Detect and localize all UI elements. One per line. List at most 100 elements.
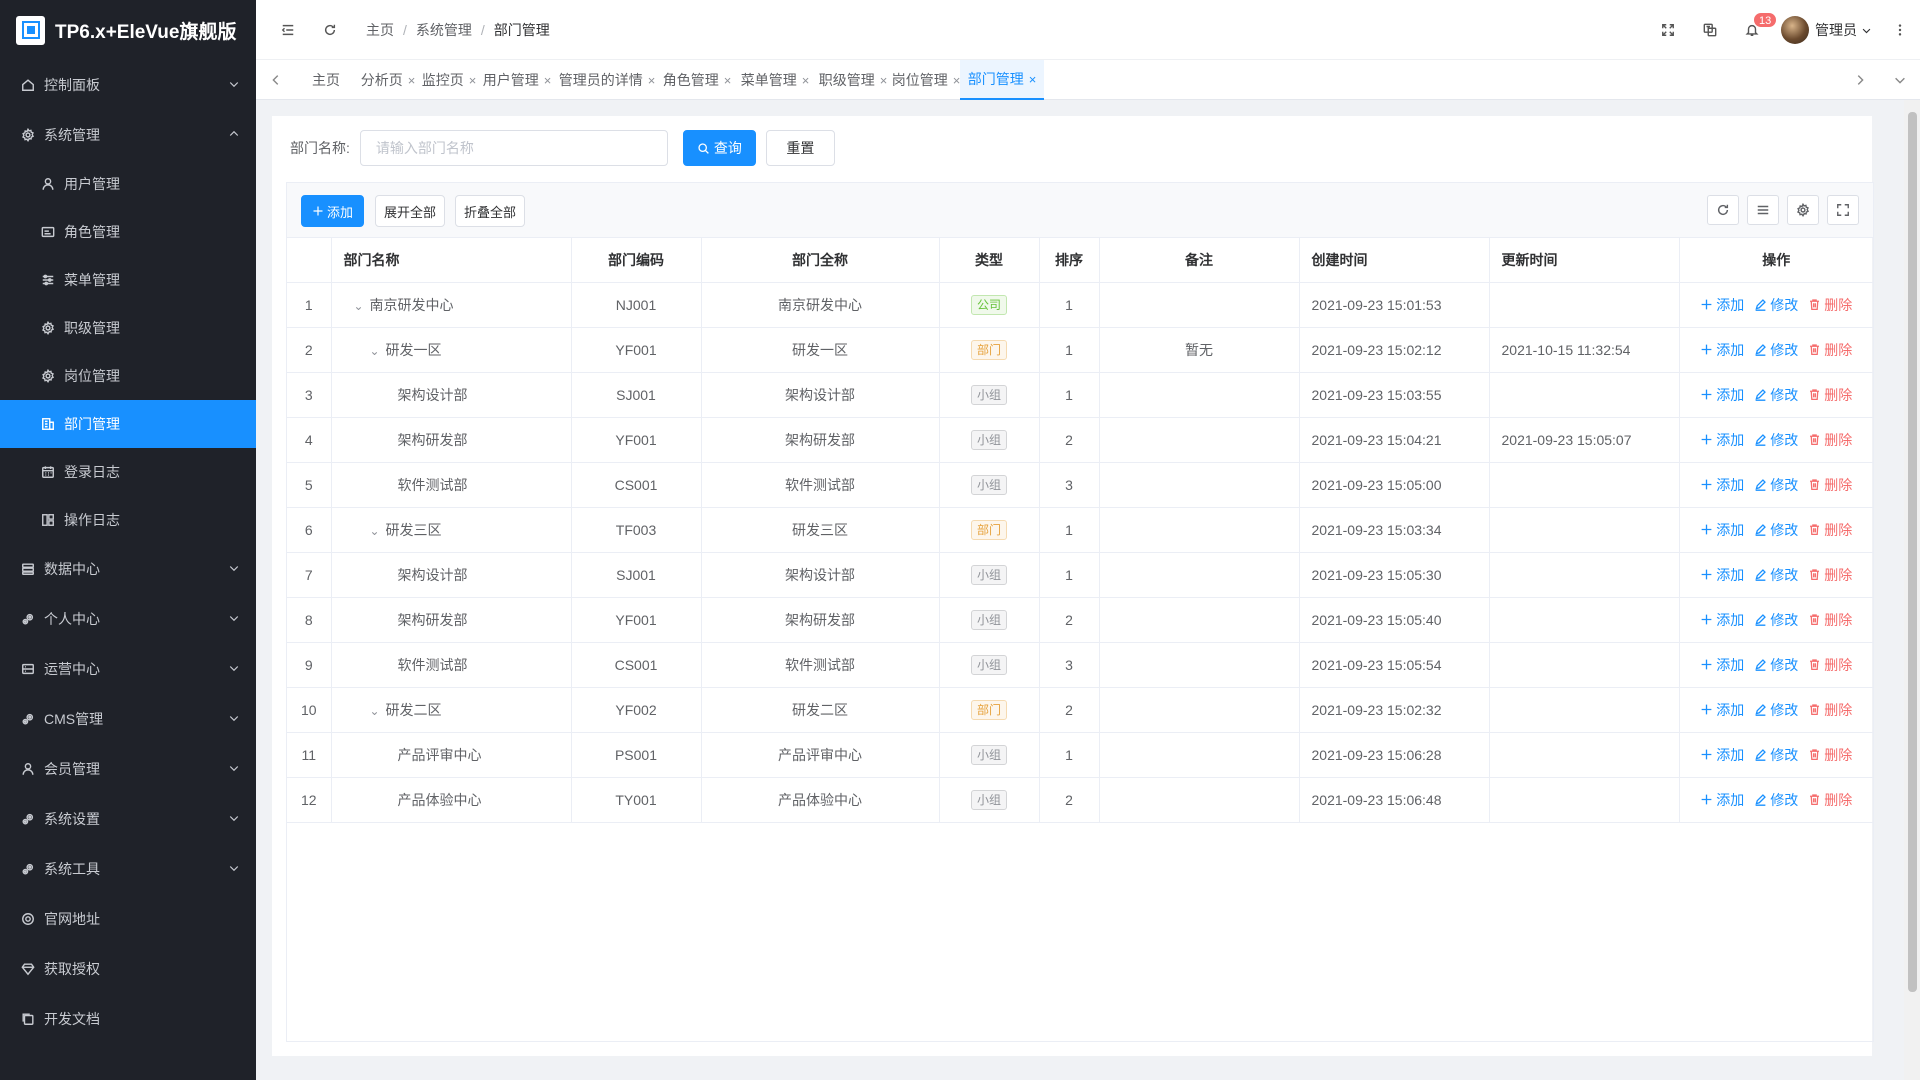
row-add-button[interactable]: 添加	[1700, 520, 1744, 540]
sidebar-item-9[interactable]: 官网地址	[0, 894, 256, 944]
row-delete-button[interactable]: 删除	[1808, 385, 1852, 405]
close-icon[interactable]: ×	[880, 73, 888, 88]
sidebar-subitem-1-5[interactable]: 部门管理	[0, 400, 256, 448]
close-icon[interactable]: ×	[724, 73, 732, 88]
tabs-dropdown-icon[interactable]	[1880, 60, 1920, 100]
close-icon[interactable]: ×	[802, 73, 810, 88]
user-menu[interactable]: 管理员	[1773, 0, 1880, 60]
row-delete-button[interactable]: 删除	[1808, 655, 1852, 675]
row-add-button[interactable]: 添加	[1700, 790, 1744, 810]
language-icon[interactable]	[1689, 0, 1731, 60]
app-logo[interactable]: TP6.x+EleVue旗舰版	[0, 0, 256, 60]
notification-bell-icon[interactable]: 13	[1731, 0, 1778, 60]
sidebar-subitem-1-4[interactable]: 岗位管理	[0, 352, 256, 400]
breadcrumb-system[interactable]: 系统管理	[416, 20, 472, 40]
breadcrumb-home[interactable]: 主页	[366, 20, 394, 40]
tabs-scroll-left-icon[interactable]	[256, 60, 296, 100]
sidebar-subitem-1-3[interactable]: 职级管理	[0, 304, 256, 352]
tab-9[interactable]: 部门管理 ×	[960, 60, 1044, 100]
sidebar-subitem-1-6[interactable]: 登录日志	[0, 448, 256, 496]
row-edit-button[interactable]: 修改	[1754, 430, 1798, 450]
row-edit-button[interactable]: 修改	[1754, 790, 1798, 810]
row-delete-button[interactable]: 删除	[1808, 700, 1852, 720]
sidebar-item-5[interactable]: CMS管理	[0, 694, 256, 744]
row-edit-button[interactable]: 修改	[1754, 655, 1798, 675]
row-edit-button[interactable]: 修改	[1754, 565, 1798, 585]
row-delete-button[interactable]: 删除	[1808, 790, 1852, 810]
sidebar-item-1[interactable]: 系统管理	[0, 110, 256, 160]
tab-3[interactable]: 用户管理 ×	[478, 60, 556, 100]
row-delete-button[interactable]: 删除	[1808, 565, 1852, 585]
tab-6[interactable]: 菜单管理 ×	[736, 60, 814, 100]
query-button[interactable]: 查询	[682, 130, 756, 166]
row-add-button[interactable]: 添加	[1700, 745, 1744, 765]
row-add-button[interactable]: 添加	[1700, 475, 1744, 495]
sidebar-item-3[interactable]: 个人中心	[0, 594, 256, 644]
row-add-button[interactable]: 添加	[1700, 700, 1744, 720]
sidebar-item-11[interactable]: 开发文档	[0, 994, 256, 1044]
sidebar-item-10[interactable]: 获取授权	[0, 944, 256, 994]
row-edit-button[interactable]: 修改	[1754, 340, 1798, 360]
row-edit-button[interactable]: 修改	[1754, 610, 1798, 630]
department-name-input[interactable]	[359, 130, 668, 166]
row-delete-button[interactable]: 删除	[1808, 295, 1852, 315]
more-vertical-icon[interactable]	[1880, 0, 1920, 60]
density-icon[interactable]	[1747, 195, 1779, 225]
tree-toggle-chevron-icon[interactable]: ⌄	[354, 299, 370, 313]
tab-5[interactable]: 角色管理 ×	[658, 60, 736, 100]
row-add-button[interactable]: 添加	[1700, 430, 1744, 450]
row-edit-button[interactable]: 修改	[1754, 475, 1798, 495]
close-icon[interactable]: ×	[1029, 72, 1037, 87]
table-fullscreen-icon[interactable]	[1827, 195, 1859, 225]
sidebar-subitem-1-7[interactable]: 操作日志	[0, 496, 256, 544]
sidebar-item-8[interactable]: 系统工具	[0, 844, 256, 894]
tab-7[interactable]: 职级管理 ×	[814, 60, 892, 100]
sidebar-item-0[interactable]: 控制面板	[0, 60, 256, 110]
row-edit-button[interactable]: 修改	[1754, 745, 1798, 765]
sidebar-item-7[interactable]: 系统设置	[0, 794, 256, 844]
row-add-button[interactable]: 添加	[1700, 655, 1744, 675]
sidebar-subitem-1-0[interactable]: 用户管理	[0, 160, 256, 208]
sidebar-item-4[interactable]: 运营中心	[0, 644, 256, 694]
refresh-table-icon[interactable]	[1707, 195, 1739, 225]
close-icon[interactable]: ×	[469, 73, 477, 88]
tree-toggle-chevron-icon[interactable]: ⌄	[370, 524, 386, 538]
row-edit-button[interactable]: 修改	[1754, 295, 1798, 315]
row-delete-button[interactable]: 删除	[1808, 340, 1852, 360]
tree-toggle-chevron-icon[interactable]: ⌄	[370, 704, 386, 718]
row-delete-button[interactable]: 删除	[1808, 520, 1852, 540]
row-edit-button[interactable]: 修改	[1754, 385, 1798, 405]
fullscreen-icon[interactable]	[1647, 0, 1689, 60]
tree-toggle-chevron-icon[interactable]: ⌄	[370, 344, 386, 358]
sidebar-subitem-1-2[interactable]: 菜单管理	[0, 256, 256, 304]
page-scrollbar[interactable]	[1904, 100, 1920, 1080]
expand-all-button[interactable]: 展开全部	[375, 195, 445, 227]
tabs-scroll-right-icon[interactable]	[1840, 60, 1880, 100]
sidebar-item-6[interactable]: 会员管理	[0, 744, 256, 794]
row-delete-button[interactable]: 删除	[1808, 430, 1852, 450]
row-edit-button[interactable]: 修改	[1754, 520, 1798, 540]
reset-button[interactable]: 重置	[765, 130, 835, 166]
row-add-button[interactable]: 添加	[1700, 295, 1744, 315]
row-add-button[interactable]: 添加	[1700, 565, 1744, 585]
row-delete-button[interactable]: 删除	[1808, 610, 1852, 630]
scrollbar-thumb[interactable]	[1908, 112, 1917, 992]
menu-fold-icon[interactable]	[280, 22, 296, 38]
collapse-all-button[interactable]: 折叠全部	[455, 195, 525, 227]
tab-8[interactable]: 岗位管理 ×	[892, 60, 961, 100]
row-edit-button[interactable]: 修改	[1754, 700, 1798, 720]
row-delete-button[interactable]: 删除	[1808, 745, 1852, 765]
sidebar-item-2[interactable]: 数据中心	[0, 544, 256, 594]
refresh-icon[interactable]	[322, 22, 338, 38]
row-delete-button[interactable]: 删除	[1808, 475, 1852, 495]
tab-1[interactable]: 分析页 ×	[356, 60, 420, 100]
row-add-button[interactable]: 添加	[1700, 610, 1744, 630]
row-add-button[interactable]: 添加	[1700, 385, 1744, 405]
tab-2[interactable]: 监控页 ×	[420, 60, 478, 100]
sidebar-subitem-1-1[interactable]: 角色管理	[0, 208, 256, 256]
column-settings-icon[interactable]	[1787, 195, 1819, 225]
close-icon[interactable]: ×	[408, 73, 416, 88]
close-icon[interactable]: ×	[544, 73, 552, 88]
close-icon[interactable]: ×	[648, 73, 656, 88]
add-department-button[interactable]: 添加	[301, 195, 364, 227]
